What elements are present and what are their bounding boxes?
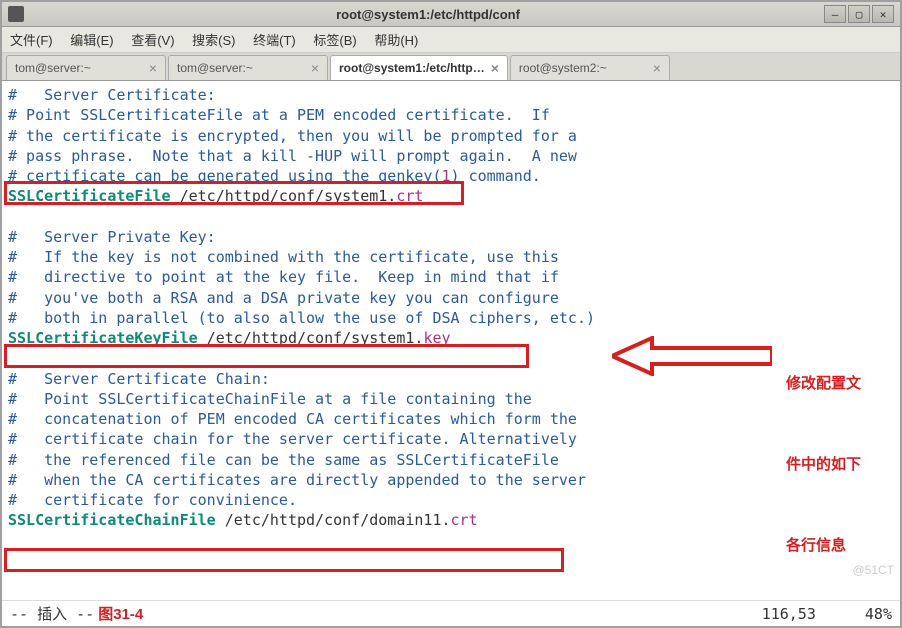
annotation-text: 修改配置文 件中的如下 各行信息 (786, 316, 861, 600)
statusbar: -- 插入 -- 图31-4 116,53 48% (2, 600, 900, 626)
comment-line: # Point SSLCertificateChainFile at a fil… (8, 390, 532, 408)
comment-line: # If the key is not combined with the ce… (8, 248, 559, 266)
tab-4[interactable]: root@system2:~ × (510, 55, 670, 80)
highlight-box-3 (4, 548, 564, 572)
titlebar: root@system1:/etc/httpd/conf — ▢ ✕ (2, 2, 900, 27)
tab-close-icon[interactable]: × (311, 60, 319, 76)
menu-search[interactable]: 搜索(S) (192, 33, 235, 48)
watermark: @51CT (852, 562, 894, 578)
app-icon (8, 6, 24, 22)
directive-name: SSLCertificateChainFile (8, 511, 216, 529)
menu-view[interactable]: 查看(V) (131, 33, 174, 48)
menu-edit[interactable]: 编辑(E) (70, 33, 113, 48)
maximize-button[interactable]: ▢ (848, 5, 870, 23)
comment-line: # certificate can be generated using the… (8, 167, 541, 185)
tab-2[interactable]: tom@server:~ × (168, 55, 328, 80)
comment-line: # certificate chain for the server certi… (8, 430, 577, 448)
terminal-window: root@system1:/etc/httpd/conf — ▢ ✕ 文件(F)… (0, 0, 902, 628)
comment-line: # you've both a RSA and a DSA private ke… (8, 289, 559, 307)
directive-path: /etc/httpd/conf/system1. (198, 329, 424, 347)
menu-help[interactable]: 帮助(H) (374, 33, 418, 48)
directive-name: SSLCertificateKeyFile (8, 329, 198, 347)
comment-line: # directive to point at the key file. Ke… (8, 268, 559, 286)
tab-label: tom@server:~ (177, 61, 253, 75)
directive-line: SSLCertificateFile /etc/httpd/conf/syste… (8, 187, 423, 205)
highlight-box-2 (4, 344, 529, 368)
directive-ext: key (423, 329, 450, 347)
cursor-position: 116,53 (762, 605, 816, 623)
window-controls: — ▢ ✕ (824, 5, 894, 23)
tab-close-icon[interactable]: × (491, 60, 499, 76)
comment-line: # concatenation of PEM encoded CA certif… (8, 410, 577, 428)
comment-line: # when the CA certificates are directly … (8, 471, 586, 489)
tab-1[interactable]: tom@server:~ × (6, 55, 166, 80)
comment-line: # Server Certificate: (8, 86, 216, 104)
tab-label: tom@server:~ (15, 61, 91, 75)
directive-path: /etc/httpd/conf/domain11. (216, 511, 451, 529)
window-title: root@system1:/etc/httpd/conf (32, 7, 824, 22)
comment-line: # certificate for convinience. (8, 491, 297, 509)
minimize-button[interactable]: — (824, 5, 846, 23)
directive-name: SSLCertificateFile (8, 187, 171, 205)
terminal-content[interactable]: # Server Certificate: # Point SSLCertifi… (2, 81, 900, 600)
directive-line: SSLCertificateKeyFile /etc/httpd/conf/sy… (8, 329, 451, 347)
tabbar: tom@server:~ × tom@server:~ × root@syste… (2, 53, 900, 81)
tab-close-icon[interactable]: × (149, 60, 157, 76)
comment-line: # Server Certificate Chain: (8, 370, 270, 388)
comment-line: # the certificate is encrypted, then you… (8, 127, 577, 145)
comment-line: # Server Private Key: (8, 228, 216, 246)
close-button[interactable]: ✕ (872, 5, 894, 23)
tab-label: root@system2:~ (519, 61, 607, 75)
figure-label: 图31-4 (98, 603, 143, 624)
directive-line: SSLCertificateChainFile /etc/httpd/conf/… (8, 511, 478, 529)
menubar: 文件(F) 编辑(E) 查看(V) 搜索(S) 终端(T) 标签(B) 帮助(H… (2, 27, 900, 53)
menu-terminal[interactable]: 终端(T) (253, 33, 296, 48)
comment-line: # both in parallel (to also allow the us… (8, 309, 595, 327)
comment-line: # Point SSLCertificateFile at a PEM enco… (8, 106, 550, 124)
comment-line: # pass phrase. Note that a kill -HUP wil… (8, 147, 577, 165)
directive-ext: crt (396, 187, 423, 205)
arrow-icon (612, 336, 772, 376)
scroll-percent: 48% (865, 605, 892, 623)
directive-ext: crt (451, 511, 478, 529)
tab-3[interactable]: root@system1:/etc/http… × (330, 55, 508, 80)
directive-path: /etc/httpd/conf/system1. (171, 187, 397, 205)
tab-close-icon[interactable]: × (653, 60, 661, 76)
menu-tabs[interactable]: 标签(B) (313, 33, 356, 48)
comment-line: # the referenced file can be the same as… (8, 451, 559, 469)
tab-label: root@system1:/etc/http… (339, 61, 485, 75)
editor-mode: -- 插入 -- (10, 603, 94, 624)
menu-file[interactable]: 文件(F) (10, 33, 53, 48)
